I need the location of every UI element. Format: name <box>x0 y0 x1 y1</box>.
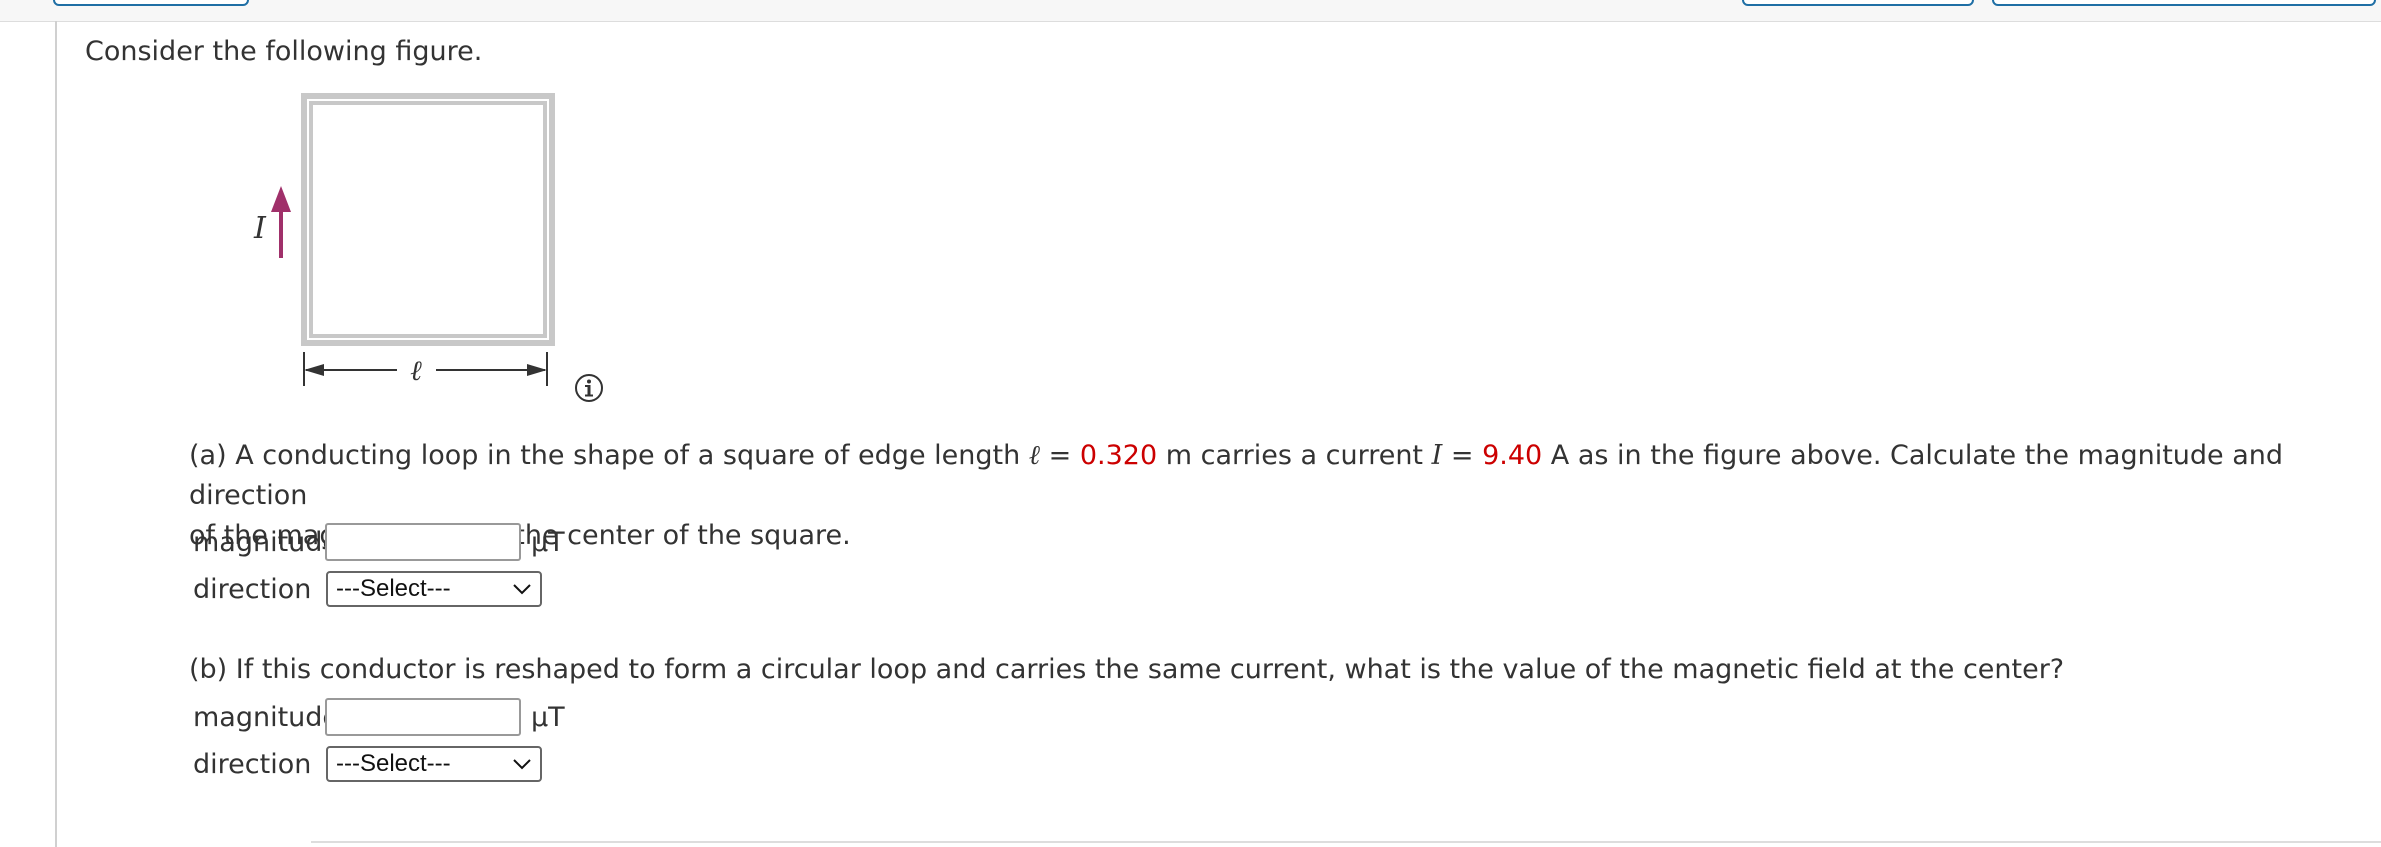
square-loop-outer <box>301 93 555 346</box>
square-loop-figure: I ℓ <box>253 93 555 387</box>
current-arrow-head <box>271 186 291 212</box>
direction-select-a[interactable]: ---Select--- <box>326 571 542 607</box>
current-label: I <box>253 211 267 246</box>
length-label: ℓ <box>410 354 422 387</box>
part-a-direction-row: direction ---Select--- <box>193 568 542 610</box>
part-a-eq1: = <box>1040 440 1080 471</box>
dim-arrow-left <box>304 364 324 376</box>
direction-select-a-value: ---Select--- <box>336 575 451 602</box>
part-a-eq2: = <box>1442 440 1483 471</box>
part-a-current-symbol: I <box>1431 440 1443 471</box>
unit-label-b: μT <box>531 701 565 733</box>
part-a-magnitude-row: magnitude μT <box>193 521 565 563</box>
length-value: 0.320 <box>1079 440 1158 471</box>
part-b-magnitude-row: magnitude μT <box>193 696 565 738</box>
unit-label-a: μT <box>531 526 565 558</box>
part-b-direction-row: direction ---Select--- <box>193 743 542 785</box>
current-value: 9.40 <box>1482 440 1543 471</box>
chevron-down-icon <box>513 584 531 595</box>
direction-select-b-value: ---Select--- <box>336 750 451 777</box>
magnitude-input-b[interactable] <box>325 698 521 736</box>
bottom-divider <box>311 841 2381 843</box>
chevron-down-icon <box>513 759 531 770</box>
direction-label-b: direction <box>193 748 312 780</box>
direction-select-b[interactable]: ---Select--- <box>326 746 542 782</box>
toolbar-button-right-2[interactable] <box>1992 0 2376 6</box>
part-a-ell-symbol: ℓ <box>1028 440 1041 471</box>
part-a-prefix: (a) A conducting loop in the shape of a … <box>189 440 1029 471</box>
top-toolbar <box>0 0 2381 22</box>
magnitude-label-a: magnitude <box>193 526 340 558</box>
magnitude-label-b: magnitude <box>193 701 340 733</box>
intro-text: Consider the following figure. <box>85 36 483 67</box>
info-icon[interactable] <box>573 372 605 404</box>
direction-label-a: direction <box>193 573 312 605</box>
magnitude-input-a[interactable] <box>325 523 521 561</box>
question-part-b: (b) If this conductor is reshaped to for… <box>189 654 2065 685</box>
toolbar-button-left[interactable] <box>53 0 249 6</box>
left-margin-rule <box>55 21 57 847</box>
dim-arrow-right <box>527 364 547 376</box>
square-loop-inner <box>309 101 547 338</box>
part-a-mid: m carries a current <box>1157 440 1432 471</box>
toolbar-button-right-1[interactable] <box>1742 0 1974 6</box>
